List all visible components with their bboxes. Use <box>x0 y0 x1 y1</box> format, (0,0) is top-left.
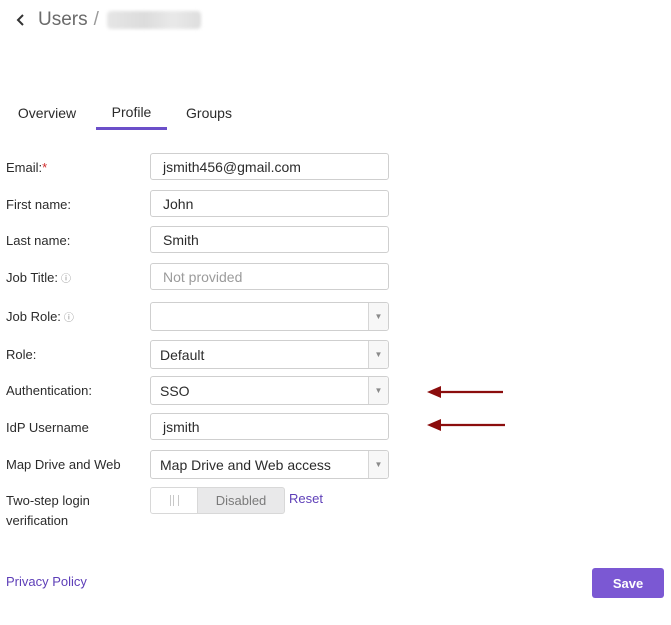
breadcrumb-users[interactable]: Users <box>38 9 88 31</box>
job-role-row: Job Role: ⓘ ▼ <box>6 302 406 331</box>
job-title-row: Job Title: ⓘ Not provided <box>6 263 406 291</box>
email-field[interactable]: jsmith456@gmail.com <box>150 153 389 180</box>
email-label: Email:* <box>6 160 48 175</box>
info-icon: ⓘ <box>63 313 74 324</box>
toggle-knob <box>151 488 198 513</box>
first-name-row: First name: John <box>6 190 406 218</box>
chevron-down-icon: ▼ <box>368 303 388 330</box>
tab-groups[interactable]: Groups <box>178 96 240 130</box>
map-drive-row: Map Drive and Web Map Drive and Web acce… <box>6 450 406 479</box>
annotation-arrow-idp-username <box>427 419 505 431</box>
authentication-select[interactable]: SSO ▼ <box>150 376 389 405</box>
toggle-state-label: Disabled <box>215 493 267 508</box>
info-icon: ⓘ <box>61 274 72 285</box>
map-drive-label: Map Drive and Web <box>6 457 121 472</box>
chevron-down-icon: ▼ <box>368 451 388 478</box>
last-name-field[interactable]: Smith <box>150 226 389 253</box>
job-role-label: Job Role: ⓘ <box>6 309 74 324</box>
reset-link[interactable]: Reset <box>289 491 323 506</box>
tab-bar: Overview Profile Groups <box>0 96 671 132</box>
required-marker: * <box>42 160 48 175</box>
two-step-toggle[interactable]: Disabled <box>150 487 285 514</box>
job-title-field[interactable]: Not provided <box>150 263 389 290</box>
idp-username-field[interactable]: jsmith <box>150 413 389 440</box>
annotation-arrow-authentication <box>427 386 503 398</box>
two-step-row: Two-step login verification Disabled Res… <box>6 487 406 531</box>
back-button[interactable] <box>12 11 30 29</box>
two-step-label: Two-step login verification <box>6 493 90 528</box>
idp-username-label: IdP Username <box>6 420 89 435</box>
job-title-label: Job Title: ⓘ <box>6 270 72 285</box>
redacted-user-name <box>106 11 201 29</box>
role-row: Role: Default ▼ <box>6 340 406 369</box>
role-label: Role: <box>6 347 37 362</box>
email-row: Email:* jsmith456@gmail.com <box>6 153 406 181</box>
last-name-label: Last name: <box>6 233 71 248</box>
authentication-label: Authentication: <box>6 383 93 398</box>
first-name-label: First name: <box>6 197 72 212</box>
idp-username-row: IdP Username jsmith <box>6 413 406 441</box>
job-role-select[interactable]: ▼ <box>150 302 389 331</box>
authentication-row: Authentication: SSO ▼ <box>6 376 406 405</box>
breadcrumb-separator: / <box>93 9 99 30</box>
role-select[interactable]: Default ▼ <box>150 340 389 369</box>
privacy-policy-link[interactable]: Privacy Policy <box>6 574 87 589</box>
chevron-down-icon: ▼ <box>368 341 388 368</box>
chevron-down-icon: ▼ <box>368 377 388 404</box>
tab-overview[interactable]: Overview <box>10 96 84 130</box>
map-drive-select[interactable]: Map Drive and Web access ▼ <box>150 450 389 479</box>
page-header: Users / <box>12 6 201 34</box>
tab-profile[interactable]: Profile <box>96 96 167 130</box>
save-button[interactable]: Save <box>592 568 664 598</box>
grip-icon <box>169 495 179 506</box>
chevron-left-icon <box>16 14 24 26</box>
first-name-field[interactable]: John <box>150 190 389 217</box>
last-name-row: Last name: Smith <box>6 226 406 254</box>
